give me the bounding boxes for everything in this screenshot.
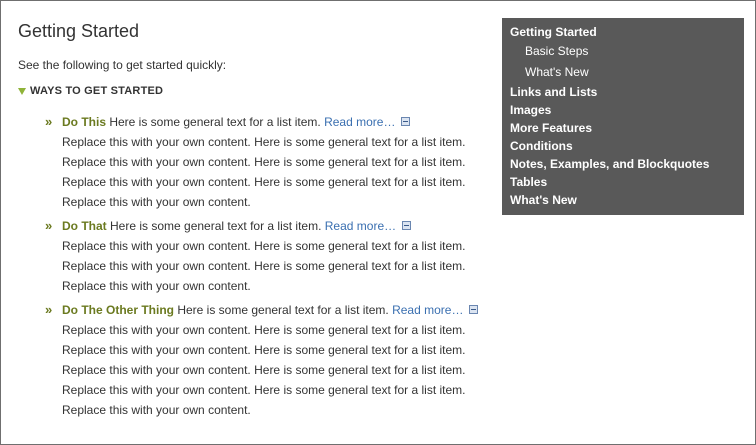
item-lead: Here is some general text for a list ite… bbox=[174, 303, 393, 317]
item-line: Replace this with your own content. bbox=[62, 403, 251, 417]
toc-item-links-and-lists[interactable]: Links and Lists bbox=[510, 83, 709, 101]
read-more-link[interactable]: Read more… bbox=[325, 219, 396, 233]
item-line: Replace this with your own content. Here… bbox=[62, 239, 466, 253]
item-title: Do This bbox=[62, 115, 106, 129]
toc-item-notes-examples-blockquotes[interactable]: Notes, Examples, and Blockquotes bbox=[510, 155, 709, 173]
item-lead-line: Do The Other Thing Here is some general … bbox=[62, 300, 495, 320]
double-chevron-right-icon: » bbox=[45, 302, 52, 317]
item-line: Replace this with your own content. Here… bbox=[62, 343, 466, 357]
toc-panel: Getting Started Basic Steps What's New L… bbox=[502, 18, 744, 215]
read-more-link[interactable]: Read more… bbox=[392, 303, 463, 317]
item-lead-line: Do This Here is some general text for a … bbox=[62, 112, 495, 132]
double-chevron-right-icon: » bbox=[45, 114, 52, 129]
item-line: Replace this with your own content. Here… bbox=[62, 383, 466, 397]
item-line: Replace this with your own content. bbox=[62, 279, 251, 293]
double-chevron-right-icon: » bbox=[45, 218, 52, 233]
toc-item-images[interactable]: Images bbox=[510, 101, 709, 119]
item-lead: Here is some general text for a list ite… bbox=[106, 115, 325, 129]
expand-box-icon[interactable] bbox=[401, 117, 411, 126]
item-line: Replace this with your own content. Here… bbox=[62, 135, 466, 149]
content-frame: Getting Started See the following to get… bbox=[0, 0, 756, 445]
list-item-do-this: » Do This Here is some general text for … bbox=[45, 112, 495, 212]
expand-box-icon[interactable] bbox=[469, 305, 479, 314]
item-line: Replace this with your own content. Here… bbox=[62, 363, 466, 377]
item-line: Replace this with your own content. Here… bbox=[62, 175, 466, 189]
section-toggle[interactable]: WAYS TO GET STARTED bbox=[18, 85, 163, 97]
toc-item-basic-steps[interactable]: Basic Steps bbox=[510, 41, 709, 62]
section-label: WAYS TO GET STARTED bbox=[30, 85, 164, 97]
expand-box-icon[interactable] bbox=[402, 221, 412, 230]
item-line: Replace this with your own content. bbox=[62, 195, 251, 209]
item-lead: Here is some general text for a list ite… bbox=[106, 219, 325, 233]
toc-item-conditions[interactable]: Conditions bbox=[510, 137, 709, 155]
item-lead-line: Do That Here is some general text for a … bbox=[62, 216, 495, 236]
item-title: Do The Other Thing bbox=[62, 303, 174, 317]
item-line: Replace this with your own content. Here… bbox=[62, 155, 466, 169]
toc-item-more-features[interactable]: More Features bbox=[510, 119, 709, 137]
toc-item-getting-started[interactable]: Getting Started bbox=[510, 23, 709, 41]
toc-item-tables[interactable]: Tables bbox=[510, 173, 709, 191]
item-list: » Do This Here is some general text for … bbox=[45, 112, 495, 420]
list-item-do-the-other-thing: » Do The Other Thing Here is some genera… bbox=[45, 300, 495, 420]
item-title: Do That bbox=[62, 219, 107, 233]
item-line: Replace this with your own content. Here… bbox=[62, 323, 466, 337]
list-item-do-that: » Do That Here is some general text for … bbox=[45, 216, 495, 296]
intro-text: See the following to get started quickly… bbox=[18, 58, 227, 72]
toc-item-whats-new[interactable]: What's New bbox=[510, 191, 709, 209]
toc-item-whats-new-sub[interactable]: What's New bbox=[510, 62, 709, 83]
triangle-down-icon bbox=[18, 88, 26, 95]
read-more-link[interactable]: Read more… bbox=[324, 115, 395, 129]
item-line: Replace this with your own content. Here… bbox=[62, 259, 466, 273]
toc-list: Getting Started Basic Steps What's New L… bbox=[510, 23, 709, 209]
page-title: Getting Started bbox=[18, 21, 140, 41]
